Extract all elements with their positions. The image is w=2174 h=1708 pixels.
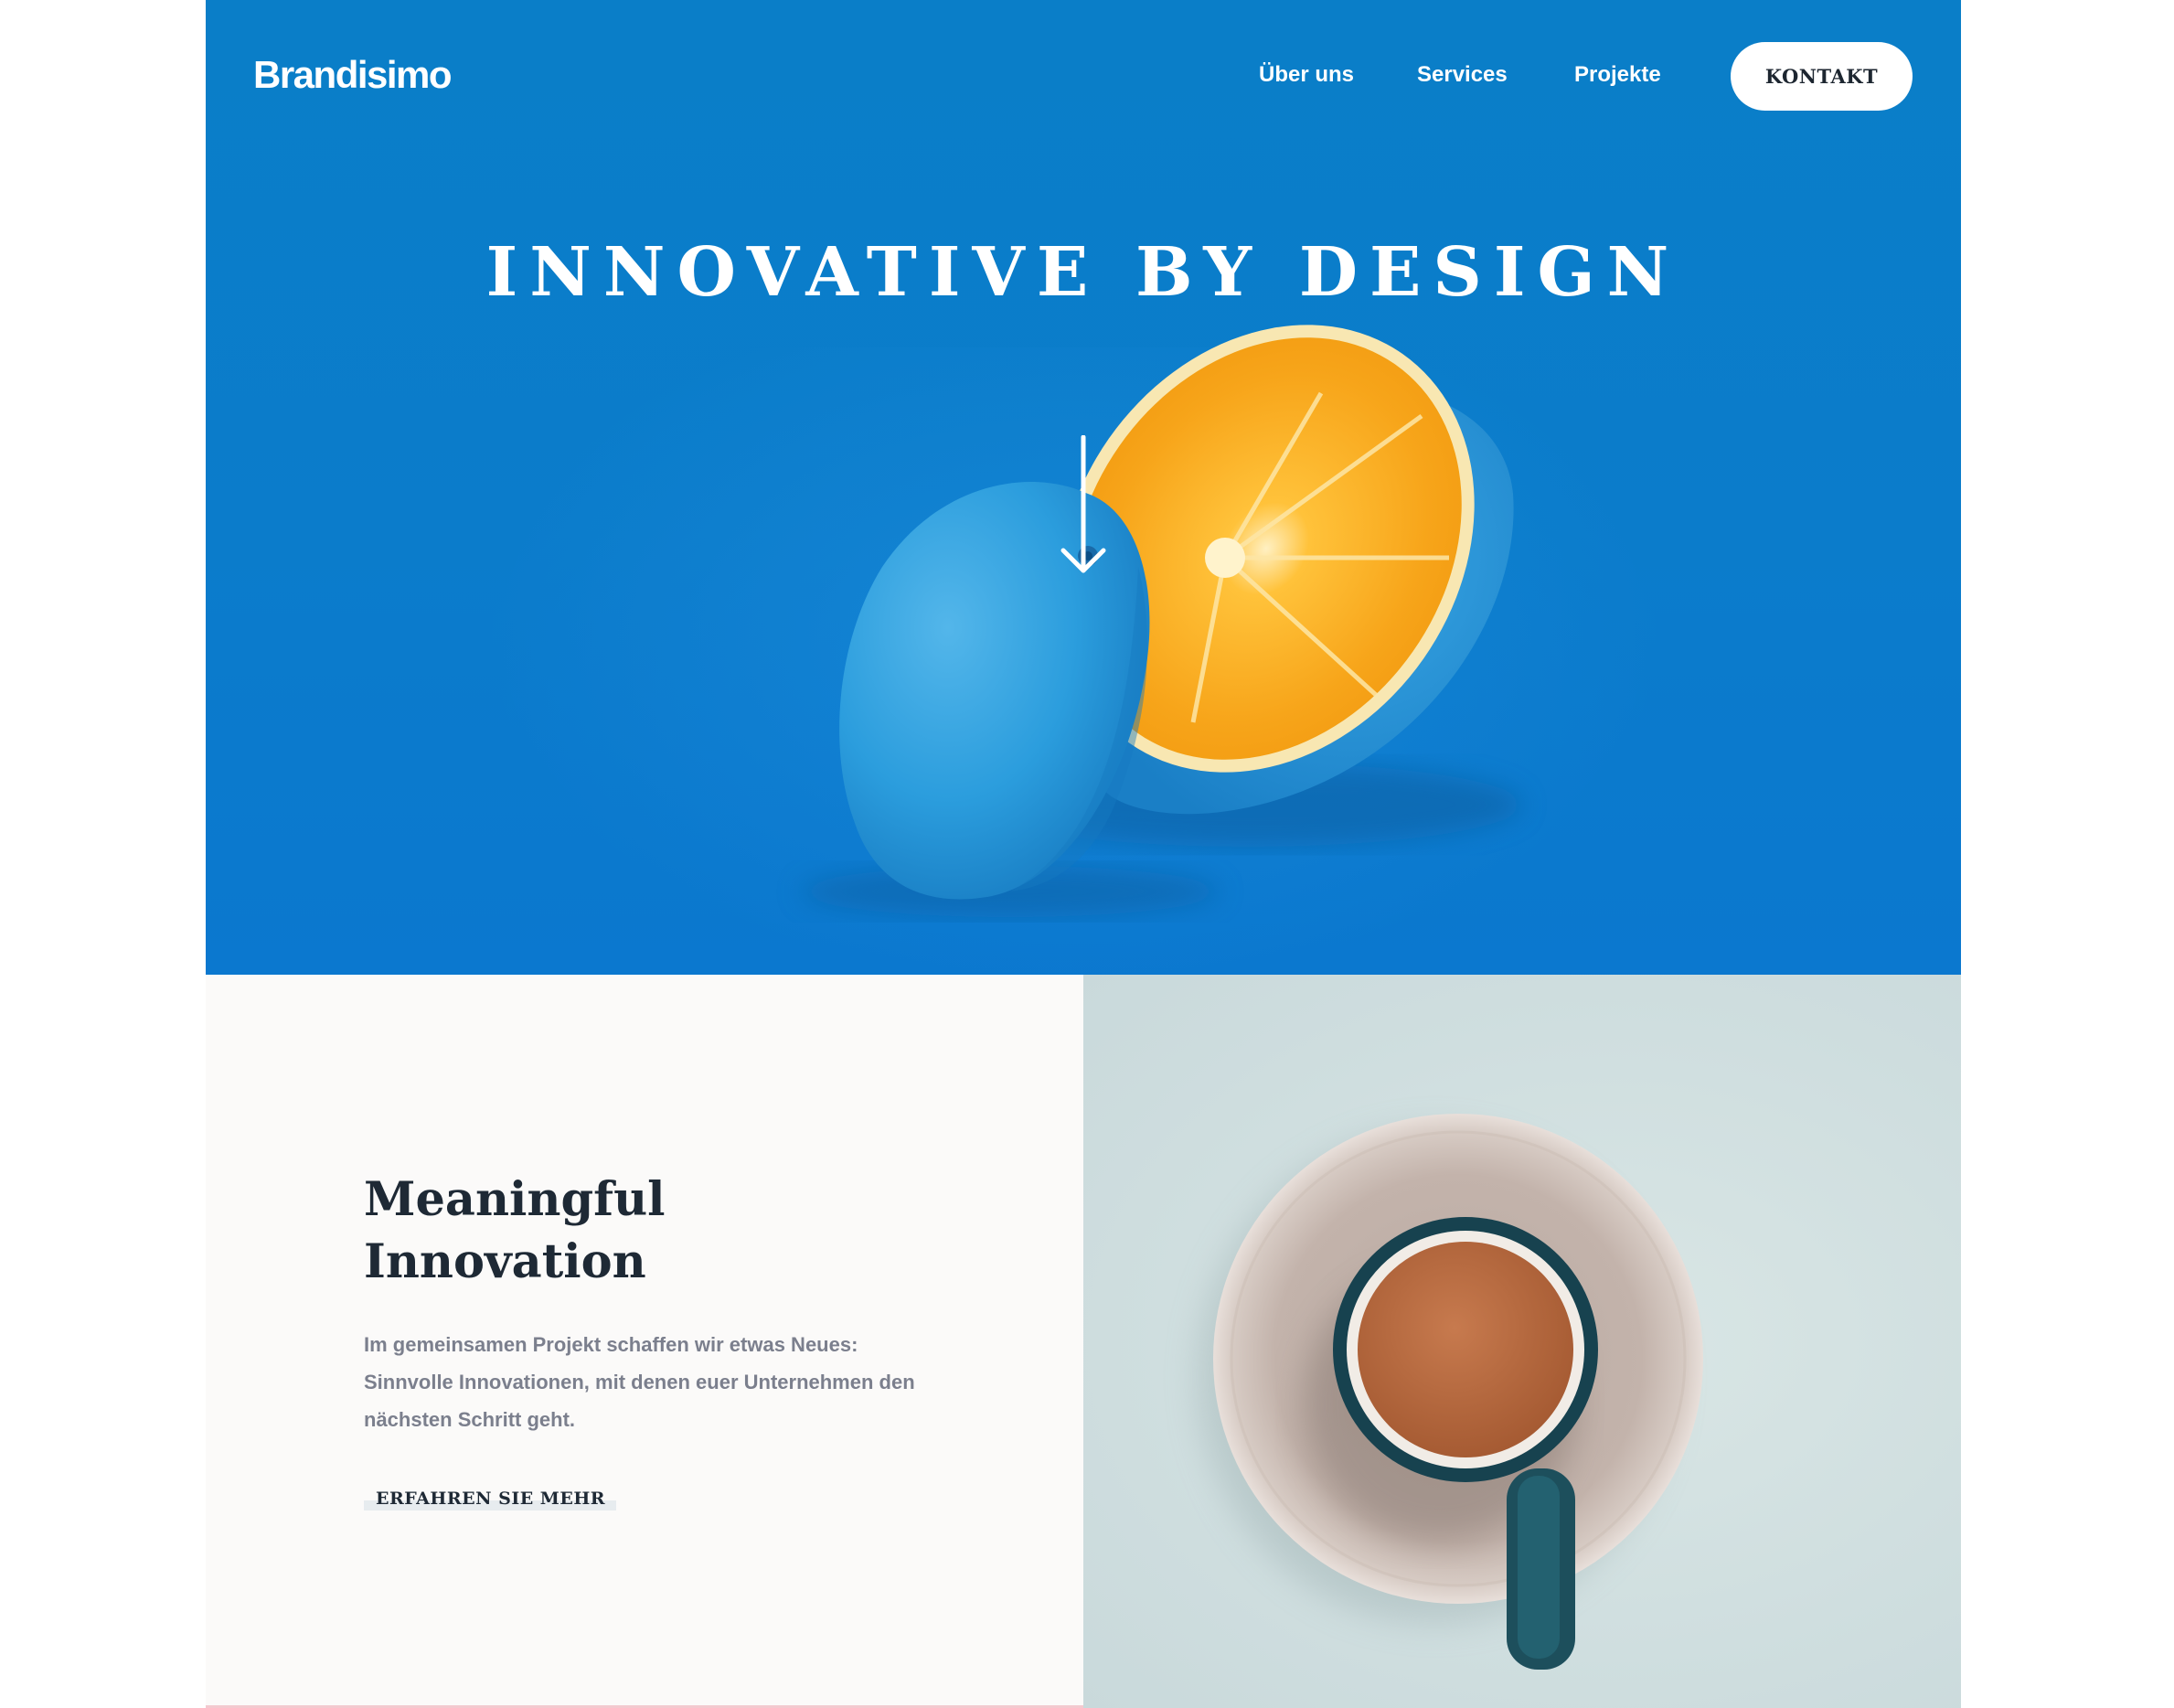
page: Brandisimo Über uns Services Projekte KO…: [206, 0, 1961, 1708]
nav-link-projekte[interactable]: Projekte: [1574, 62, 1661, 88]
feature-description: Im gemeinsamen Projekt schaffen wir etwa…: [364, 1333, 915, 1431]
hero-title: INNOVATIVE BY DESIGN: [485, 233, 1681, 312]
nav-link-uber-uns[interactable]: Über uns: [1259, 62, 1354, 88]
feature-title-line1: Meaningful: [364, 1172, 666, 1227]
kontakt-button[interactable]: KONTAKT: [1731, 42, 1913, 111]
feature-title-line2: Innovation: [364, 1234, 646, 1289]
learn-more-link[interactable]: ERFAHREN SIE MEHR: [364, 1487, 617, 1511]
arrow-down-icon[interactable]: [1060, 435, 1106, 578]
coffee-cup-image: [1198, 1114, 1703, 1670]
nav-link-services[interactable]: Services: [1417, 62, 1508, 88]
feature-title: Meaningful Innovation: [364, 1169, 839, 1293]
hero-section: Brandisimo Über uns Services Projekte KO…: [206, 0, 1961, 975]
feature-image-panel: [1083, 975, 1961, 1708]
brand-logo[interactable]: Brandisimo: [253, 53, 453, 97]
